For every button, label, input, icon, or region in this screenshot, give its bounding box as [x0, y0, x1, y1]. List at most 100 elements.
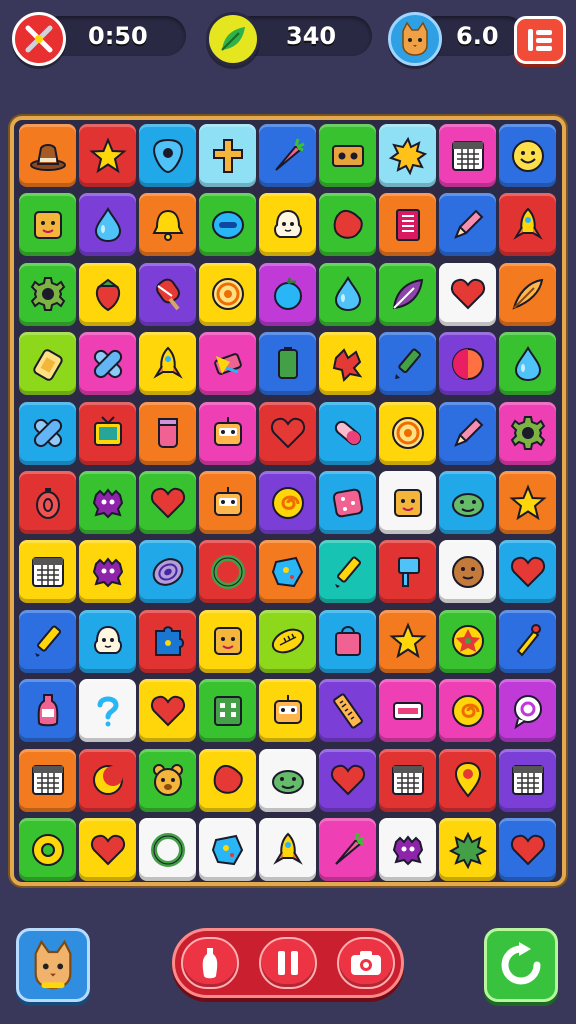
tile[interactable]	[439, 540, 496, 604]
tile[interactable]	[499, 471, 556, 534]
tile[interactable]	[259, 193, 316, 257]
tile[interactable]	[79, 609, 136, 673]
tile[interactable]	[439, 609, 496, 673]
tile[interactable]	[199, 124, 256, 187]
tile[interactable]	[379, 332, 436, 396]
tile[interactable]	[19, 332, 76, 396]
tile[interactable]	[139, 471, 196, 534]
camera-button[interactable]	[337, 937, 395, 989]
tile[interactable]	[379, 679, 436, 743]
tile[interactable]	[79, 332, 136, 396]
tile[interactable]	[439, 124, 496, 187]
tile[interactable]	[379, 818, 436, 881]
tile[interactable]	[259, 124, 316, 187]
menu-button[interactable]	[514, 16, 566, 64]
tile[interactable]	[499, 401, 556, 465]
tile[interactable]	[19, 193, 76, 257]
tile[interactable]	[499, 332, 556, 396]
tile[interactable]	[19, 401, 76, 465]
tile[interactable]	[199, 679, 256, 743]
tile[interactable]	[379, 262, 436, 326]
tile[interactable]	[439, 193, 496, 257]
pause-button[interactable]	[259, 937, 317, 989]
tile[interactable]	[199, 818, 256, 881]
tile[interactable]	[379, 401, 436, 465]
tile[interactable]	[259, 332, 316, 396]
tile[interactable]	[19, 679, 76, 743]
tile[interactable]	[439, 679, 496, 743]
tile[interactable]	[439, 401, 496, 465]
tile[interactable]	[499, 748, 556, 812]
tile[interactable]	[139, 401, 196, 465]
tile[interactable]	[139, 332, 196, 396]
tile[interactable]	[199, 471, 256, 534]
tile[interactable]	[439, 818, 496, 881]
tile[interactable]	[19, 124, 76, 187]
tile[interactable]	[139, 124, 196, 187]
tile[interactable]	[499, 262, 556, 326]
tile[interactable]	[259, 401, 316, 465]
tile[interactable]	[79, 748, 136, 812]
tile[interactable]	[319, 124, 376, 187]
tile[interactable]	[199, 262, 256, 326]
tile[interactable]	[439, 262, 496, 326]
tile[interactable]	[319, 540, 376, 604]
tile[interactable]	[19, 540, 76, 604]
tile[interactable]	[379, 193, 436, 257]
tile[interactable]	[499, 609, 556, 673]
tile[interactable]	[79, 262, 136, 326]
tile[interactable]	[79, 540, 136, 604]
tile[interactable]	[259, 540, 316, 604]
tile[interactable]	[259, 471, 316, 534]
tile[interactable]	[319, 193, 376, 257]
tile[interactable]	[79, 679, 136, 743]
tile[interactable]	[499, 193, 556, 257]
tile[interactable]	[499, 818, 556, 881]
tile[interactable]	[439, 332, 496, 396]
tile[interactable]	[139, 818, 196, 881]
tile[interactable]	[199, 401, 256, 465]
tile[interactable]	[439, 748, 496, 812]
tile[interactable]	[439, 471, 496, 534]
tile[interactable]	[379, 609, 436, 673]
tile[interactable]	[19, 818, 76, 881]
tile[interactable]	[139, 540, 196, 604]
tile[interactable]	[259, 679, 316, 743]
tile[interactable]	[79, 193, 136, 257]
tile[interactable]	[319, 401, 376, 465]
tile[interactable]	[19, 609, 76, 673]
tile[interactable]	[319, 262, 376, 326]
tile[interactable]	[319, 679, 376, 743]
tile[interactable]	[499, 540, 556, 604]
tile[interactable]	[259, 262, 316, 326]
restart-button[interactable]	[484, 928, 558, 1002]
tile[interactable]	[499, 124, 556, 187]
tile[interactable]	[79, 124, 136, 187]
tile[interactable]	[139, 262, 196, 326]
tile[interactable]	[139, 609, 196, 673]
pet-button[interactable]	[16, 928, 90, 1002]
tile[interactable]	[79, 471, 136, 534]
bottle-button[interactable]	[181, 937, 239, 989]
tile[interactable]	[259, 748, 316, 812]
tile[interactable]	[199, 193, 256, 257]
tile[interactable]	[259, 818, 316, 881]
tile[interactable]	[79, 818, 136, 881]
tile[interactable]	[499, 679, 556, 743]
tile[interactable]	[319, 818, 376, 881]
tile[interactable]	[139, 193, 196, 257]
tile[interactable]	[319, 332, 376, 396]
tile[interactable]	[199, 609, 256, 673]
tile[interactable]	[139, 679, 196, 743]
tile[interactable]	[19, 262, 76, 326]
tile[interactable]	[199, 332, 256, 396]
tile[interactable]	[379, 748, 436, 812]
tile[interactable]	[379, 540, 436, 604]
tile[interactable]	[319, 471, 376, 534]
tile[interactable]	[379, 471, 436, 534]
tile[interactable]	[19, 471, 76, 534]
tile[interactable]	[319, 609, 376, 673]
tile[interactable]	[79, 401, 136, 465]
tile[interactable]	[19, 748, 76, 812]
tile[interactable]	[259, 609, 316, 673]
